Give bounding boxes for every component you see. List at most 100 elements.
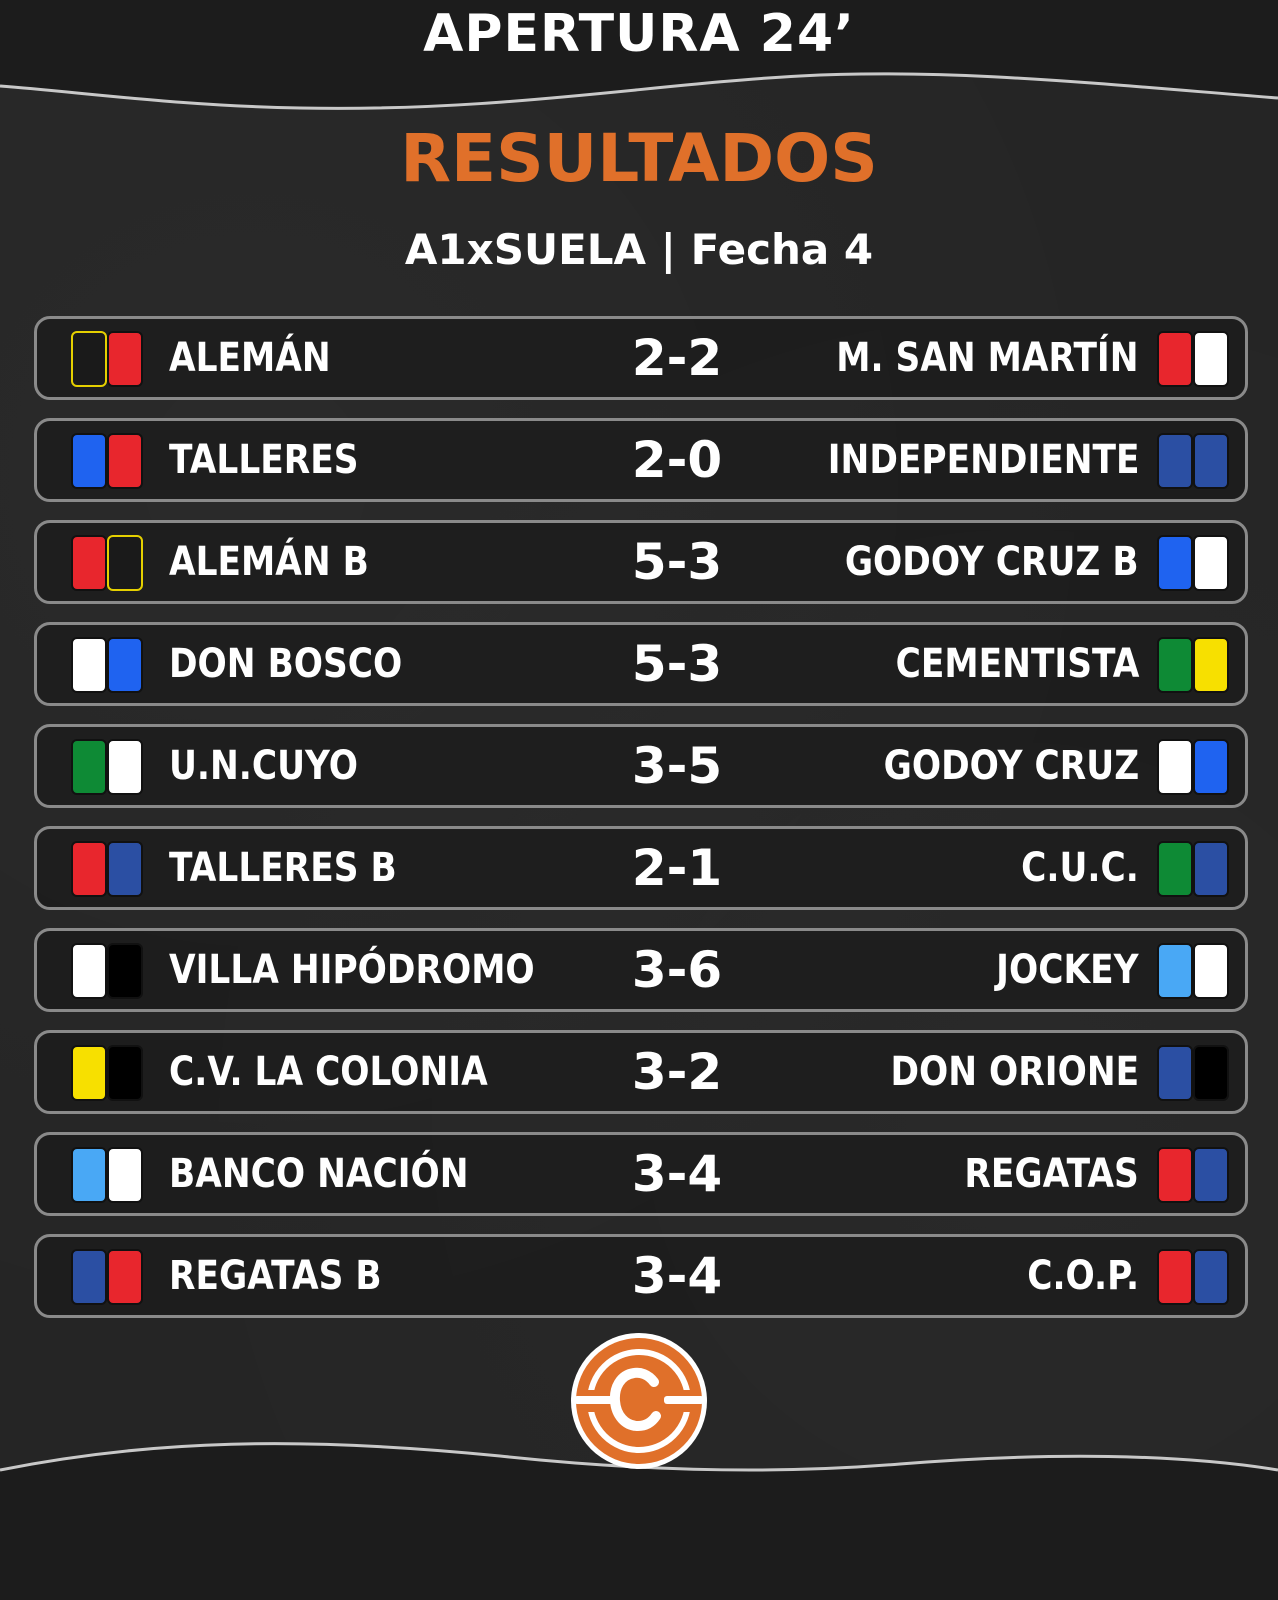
match-score: 3-5 [631, 737, 723, 795]
match-row: BANCO NACIÓN 3-4 REGATAS [34, 1132, 1248, 1216]
flag-stripe [1157, 841, 1193, 897]
flag-stripe [107, 841, 143, 897]
home-team-name: TALLERES B [169, 845, 397, 891]
away-team-flag-icon [1157, 1249, 1229, 1305]
flag-stripe [1157, 1249, 1193, 1305]
away-team-name: CEMENTISTA [895, 641, 1139, 687]
flag-stripe [1193, 1045, 1229, 1101]
away-team-flag-icon [1157, 331, 1229, 387]
away-team-flag-icon [1157, 739, 1229, 795]
flag-stripe [1157, 1045, 1193, 1101]
away-team-name: JOCKEY [996, 947, 1139, 993]
home-team-name: TALLERES [169, 437, 359, 483]
flag-stripe [1157, 535, 1193, 591]
flag-stripe [71, 535, 107, 591]
away-team-name: INDEPENDIENTE [827, 437, 1139, 483]
match-score: 3-4 [631, 1247, 723, 1305]
home-team-name: VILLA HIPÓDROMO [169, 947, 535, 993]
home-team-name: DON BOSCO [169, 641, 403, 687]
match-row: ALEMÁN B 5-3 GODOY CRUZ B [34, 520, 1248, 604]
home-team-flag-icon [71, 1249, 143, 1305]
brand-c-logo-icon [571, 1333, 707, 1469]
match-score: 3-6 [631, 941, 723, 999]
away-team-flag-icon [1157, 1045, 1229, 1101]
flag-stripe [1193, 535, 1229, 591]
home-team-name: U.N.CUYO [169, 743, 358, 789]
subtitle: A1xSUELA | Fecha 4 [404, 225, 874, 274]
flag-stripe [1157, 433, 1193, 489]
home-team-flag-icon [71, 1045, 143, 1101]
section-title: RESULTADOS [400, 120, 878, 197]
home-team-flag-icon [71, 739, 143, 795]
away-team-name: REGATAS [964, 1151, 1139, 1197]
flag-stripe [71, 1249, 107, 1305]
home-team-flag-icon [71, 637, 143, 693]
match-row: U.N.CUYO 3-5 GODOY CRUZ [34, 724, 1248, 808]
match-row: DON BOSCO 5-3 CEMENTISTA [34, 622, 1248, 706]
away-team-flag-icon [1157, 943, 1229, 999]
flag-stripe [107, 535, 143, 591]
home-team-name: ALEMÁN B [169, 539, 369, 585]
away-team-name: C.U.C. [1021, 845, 1139, 891]
match-row: VILLA HIPÓDROMO 3-6 JOCKEY [34, 928, 1248, 1012]
match-row: TALLERES B 2-1 C.U.C. [34, 826, 1248, 910]
flag-stripe [107, 637, 143, 693]
match-score: 3-4 [631, 1145, 723, 1203]
flag-stripe [107, 331, 143, 387]
flag-stripe [71, 1147, 107, 1203]
flag-stripe [1157, 739, 1193, 795]
away-team-flag-icon [1157, 637, 1229, 693]
away-team-flag-icon [1157, 841, 1229, 897]
flag-stripe [71, 943, 107, 999]
flag-stripe [1193, 433, 1229, 489]
flag-stripe [1193, 943, 1229, 999]
away-team-name: M. SAN MARTÍN [836, 335, 1139, 381]
flag-stripe [71, 841, 107, 897]
flag-stripe [71, 637, 107, 693]
match-row: C.V. LA COLONIA 3-2 DON ORIONE [34, 1030, 1248, 1114]
away-team-name: C.O.P. [1027, 1253, 1139, 1299]
flag-stripe [71, 433, 107, 489]
away-team-name: GODOY CRUZ B [845, 539, 1139, 585]
flag-stripe [107, 943, 143, 999]
flag-stripe [71, 739, 107, 795]
away-team-name: GODOY CRUZ [883, 743, 1139, 789]
flag-stripe [71, 331, 107, 387]
away-team-name: DON ORIONE [890, 1049, 1139, 1095]
flag-stripe [107, 1147, 143, 1203]
home-team-flag-icon [71, 535, 143, 591]
flag-stripe [1193, 1249, 1229, 1305]
match-score: 3-2 [631, 1043, 723, 1101]
flag-stripe [1193, 1147, 1229, 1203]
home-team-name: BANCO NACIÓN [169, 1151, 469, 1197]
away-team-flag-icon [1157, 433, 1229, 489]
match-row: ALEMÁN 2-2 M. SAN MARTÍN [34, 316, 1248, 400]
home-team-name: ALEMÁN [169, 335, 331, 381]
match-row: REGATAS B 3-4 C.O.P. [34, 1234, 1248, 1318]
flag-stripe [107, 433, 143, 489]
match-list: ALEMÁN 2-2 M. SAN MARTÍN TALLERES 2-0 INDEPEN… [34, 316, 1248, 1336]
flag-stripe [71, 1045, 107, 1101]
home-team-flag-icon [71, 331, 143, 387]
home-team-flag-icon [71, 433, 143, 489]
flag-stripe [1157, 943, 1193, 999]
flag-stripe [107, 1249, 143, 1305]
flag-stripe [1193, 739, 1229, 795]
away-team-flag-icon [1157, 1147, 1229, 1203]
home-team-flag-icon [71, 943, 143, 999]
flag-stripe [1157, 331, 1193, 387]
home-team-flag-icon [71, 841, 143, 897]
flag-stripe [1157, 637, 1193, 693]
home-team-name: REGATAS B [169, 1253, 382, 1299]
header-title: APERTURA 24’ [423, 4, 855, 64]
match-score: 2-1 [631, 839, 723, 897]
match-score: 2-0 [631, 431, 723, 489]
flag-stripe [1193, 637, 1229, 693]
flag-stripe [1193, 331, 1229, 387]
flag-stripe [1157, 1147, 1193, 1203]
away-team-flag-icon [1157, 535, 1229, 591]
match-score: 5-3 [631, 635, 723, 693]
flag-stripe [1193, 841, 1229, 897]
match-score: 5-3 [631, 533, 723, 591]
match-row: TALLERES 2-0 INDEPENDIENTE [34, 418, 1248, 502]
